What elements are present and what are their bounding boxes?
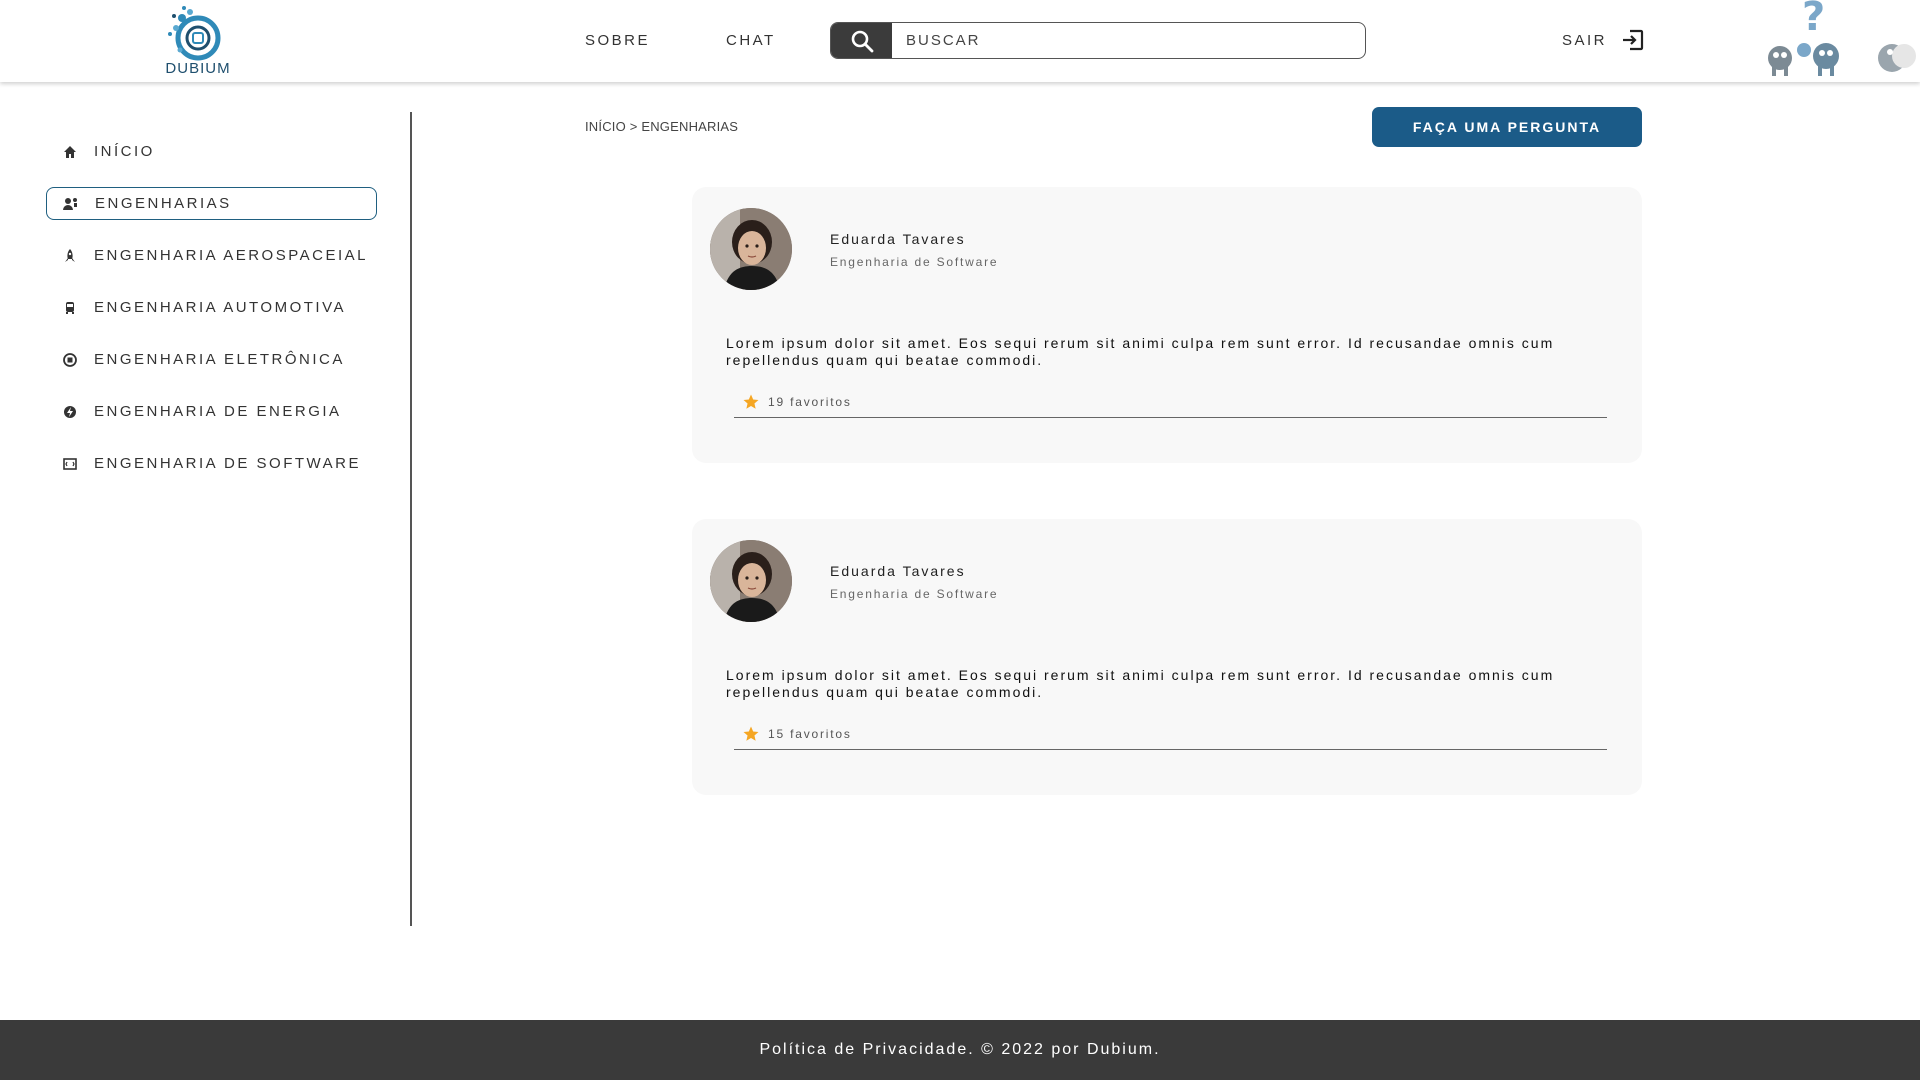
avatar[interactable] (710, 540, 792, 622)
post-card[interactable]: Eduarda Tavares Engenharia de Software L… (692, 519, 1642, 795)
author-name[interactable]: Eduarda Tavares (830, 231, 966, 247)
divider (734, 749, 1607, 750)
sidebar-item-label: ENGENHARIA AUTOMOTIVA (94, 299, 346, 316)
favorites-count: 15 favoritos (768, 727, 852, 741)
post-text: Lorem ipsum dolor sit amet. Eos sequi re… (726, 667, 1555, 700)
search-button[interactable] (831, 23, 892, 58)
users-icon (63, 196, 79, 212)
post-card[interactable]: Eduarda Tavares Engenharia de Software L… (692, 187, 1642, 463)
author-course: Engenharia de Software (830, 587, 999, 601)
sidebar-item-energia[interactable]: ENGENHARIA DE ENERGIA (46, 395, 377, 428)
rocket-icon (62, 248, 78, 264)
favorite-button[interactable]: 15 favoritos (742, 725, 852, 743)
breadcrumb: INÍCIO > ENGENHARIAS (585, 119, 739, 134)
sidebar-item-label: ENGENHARIA AEROSPACEIAL (94, 247, 368, 264)
sidebar-item-label: ENGENHARIAS (95, 195, 232, 212)
sidebar-item-label: ENGENHARIA ELETRÔNICA (94, 351, 345, 368)
logout-icon (1623, 29, 1644, 51)
top-header: DUBIUM SOBRE CHAT SAIR ? (0, 0, 1920, 82)
post-text: Lorem ipsum dolor sit amet. Eos sequi re… (726, 335, 1555, 368)
sidebar-item-engenharias[interactable]: ENGENHARIAS (46, 187, 377, 220)
star-icon (743, 394, 759, 409)
logo-text: DUBIUM (165, 60, 231, 77)
svg-text:?: ? (1802, 0, 1825, 40)
footer: Política de Privacidade. © 2022 por Dubi… (0, 1020, 1920, 1080)
divider (734, 417, 1607, 418)
footer-text[interactable]: Política de Privacidade. © 2022 por Dubi… (759, 1041, 1160, 1059)
nav-sobre-link[interactable]: SOBRE (585, 32, 650, 49)
sidebar-divider (410, 112, 412, 926)
avatar[interactable] (710, 208, 792, 290)
chip-icon (62, 352, 78, 368)
sidebar-item-automotiva[interactable]: ENGENHARIA AUTOMOTIVA (46, 291, 377, 324)
author-course: Engenharia de Software (830, 255, 999, 269)
sidebar-item-aerospacial[interactable]: ENGENHARIA AEROSPACEIAL (46, 239, 377, 272)
sidebar-item-software[interactable]: ENGENHARIA DE SOFTWARE (46, 447, 377, 480)
search-input[interactable] (906, 23, 1346, 58)
search-icon (851, 30, 873, 52)
author-name[interactable]: Eduarda Tavares (830, 563, 966, 579)
sidebar-item-inicio[interactable]: INÍCIO (46, 135, 377, 168)
star-icon (743, 726, 759, 741)
energy-icon (62, 404, 78, 420)
home-icon (62, 144, 78, 160)
mascots-illustration: ? (1768, 0, 1916, 76)
search-bar (830, 22, 1366, 59)
logout-label: SAIR (1562, 31, 1608, 49)
sidebar-item-label: INÍCIO (94, 143, 155, 160)
nav-chat-link[interactable]: CHAT (726, 32, 776, 49)
sidebar-item-label: ENGENHARIA DE SOFTWARE (94, 455, 361, 472)
ask-question-button[interactable]: FAÇA UMA PERGUNTA (1372, 107, 1642, 147)
logout-button[interactable]: SAIR (1562, 22, 1645, 58)
favorite-button[interactable]: 19 favoritos (742, 393, 852, 411)
sidebar-item-eletronica[interactable]: ENGENHARIA ELETRÔNICA (46, 343, 377, 376)
favorites-count: 19 favoritos (768, 395, 852, 409)
logo-icon (168, 6, 221, 61)
sidebar-item-label: ENGENHARIA DE ENERGIA (94, 403, 342, 420)
car-icon (62, 300, 78, 316)
dubium-logo[interactable]: DUBIUM (160, 4, 236, 77)
code-icon (62, 456, 78, 472)
